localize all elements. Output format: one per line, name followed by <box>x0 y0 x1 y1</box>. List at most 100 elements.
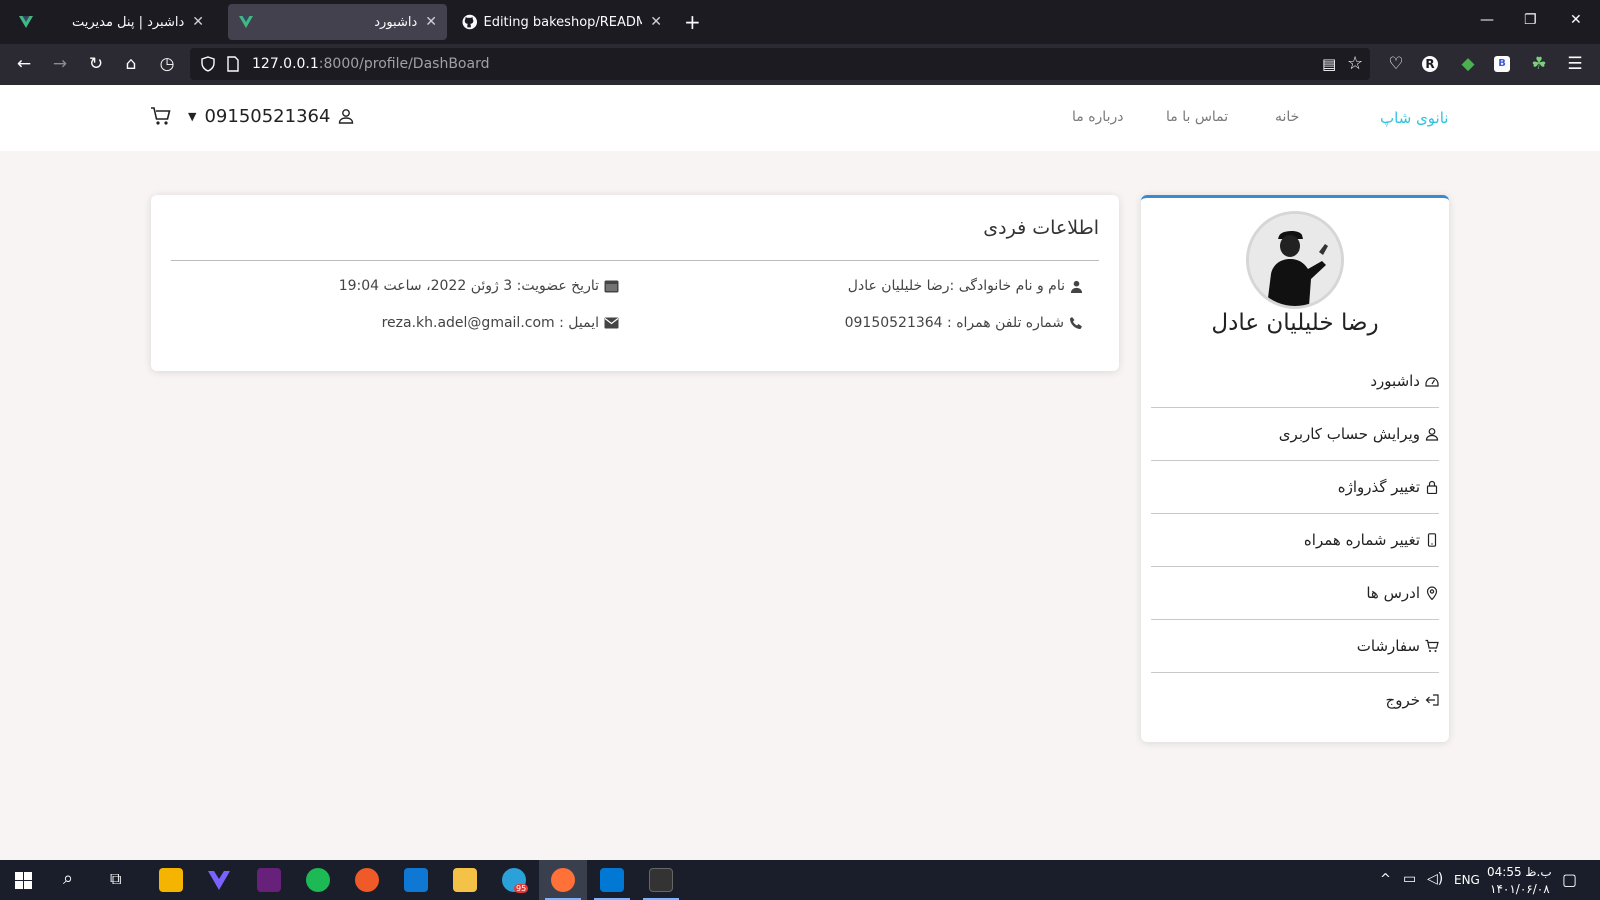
url-host: 127.0.0.1 <box>252 56 319 72</box>
card-title: اطلاعات فردی <box>983 217 1099 239</box>
clock-date[interactable]: ۱۴۰۱/۰۶/۰۸ <box>1490 882 1550 896</box>
tab-title: داشبرد | پنل مدیریت <box>71 14 185 30</box>
windows-taskbar: ⌕ ⧉ 95 ^ ▭ ◁) ENG 04:55 ب.ظ ۱۴۰۱/۰۶/۰۸ ▢ <box>0 860 1600 900</box>
menu-change-password[interactable]: تغییر گذرواژه <box>1151 461 1439 514</box>
extension-people-icon[interactable]: ☘ <box>1529 54 1549 74</box>
menu-edit-account[interactable]: ویرایش حساب کاربری <box>1151 408 1439 461</box>
menu-hamburger-icon[interactable]: ☰ <box>1565 54 1585 74</box>
network-icon[interactable]: ▭ <box>1403 871 1416 887</box>
clock-time[interactable]: 04:55 ب.ظ <box>1487 865 1552 879</box>
vue-app-icon[interactable] <box>207 868 231 892</box>
menu-label: سفارشات <box>1356 637 1420 655</box>
menu-change-phone[interactable]: تغییر شماره همراه <box>1151 514 1439 567</box>
reload-icon[interactable]: ↻ <box>86 54 106 74</box>
menu-label: تغییر گذرواژه <box>1337 478 1420 496</box>
back-icon[interactable]: ← <box>14 54 34 74</box>
profile-name: رضا خلیلیان عادل <box>1211 310 1379 336</box>
search-icon[interactable]: ⌕ <box>63 868 73 889</box>
extension-leaf-icon[interactable]: ◆ <box>1458 54 1478 74</box>
user-menu[interactable]: ▼ 09150521364 <box>150 105 354 127</box>
firefox-icon[interactable] <box>551 868 575 892</box>
shield-icon[interactable] <box>200 56 216 72</box>
new-tab-icon[interactable]: + <box>684 10 701 34</box>
dropdown-caret-icon[interactable]: ▼ <box>188 110 196 123</box>
phone-solid-icon <box>1070 317 1082 329</box>
visual-studio-icon[interactable] <box>257 868 281 892</box>
tab-admin-panel[interactable]: داشبرد | پنل مدیریت ✕ <box>8 4 214 40</box>
tray-chevron-icon[interactable]: ^ <box>1380 872 1391 887</box>
extension-b-icon[interactable]: B <box>1494 56 1510 72</box>
volume-icon[interactable]: ◁) <box>1427 871 1443 887</box>
history-icon[interactable]: ◷ <box>157 54 177 74</box>
page-icon <box>227 56 239 72</box>
nav-about[interactable]: درباره ما <box>1072 109 1123 125</box>
profile-sidebar-card: رضا خلیلیان عادل داشبورد ویرایش حساب کار… <box>1141 195 1449 742</box>
user-phone[interactable]: 09150521364 <box>204 106 330 127</box>
spotify-icon[interactable] <box>306 868 330 892</box>
nav-home[interactable]: خانه <box>1275 109 1299 125</box>
nav-contact[interactable]: تماس با ما <box>1166 109 1228 125</box>
restore-icon[interactable]: ❐ <box>1524 12 1537 28</box>
url-bar[interactable]: 127.0.0.1:8000/profile/DashBoard ▤ ☆ <box>190 48 1370 80</box>
pocket-icon[interactable]: ♡ <box>1386 54 1406 74</box>
store-icon[interactable] <box>159 868 183 892</box>
profile-photo <box>1249 214 1341 306</box>
url-text[interactable]: 127.0.0.1:8000/profile/DashBoard <box>252 56 489 72</box>
divider <box>171 260 1099 261</box>
menu-logout[interactable]: خروج <box>1151 673 1439 726</box>
tab-dashboard[interactable]: داشبورد ✕ <box>228 4 447 40</box>
vue-logo-icon <box>239 16 253 28</box>
logout-icon <box>1425 693 1439 706</box>
browser-tab-bar: داشبرد | پنل مدیریت ✕ داشبورد ✕ Editing … <box>0 0 1600 44</box>
join-date-field: تاریخ عضویت: 3 ژوئن 2022، ساعت 19:04 <box>339 278 619 294</box>
location-icon <box>1426 586 1438 600</box>
phone-icon <box>1427 533 1437 547</box>
cart-icon <box>1425 639 1439 652</box>
menu-label: داشبورد <box>1370 372 1420 390</box>
telegram-badge: 95 <box>514 884 529 893</box>
vue-logo-icon <box>19 16 33 28</box>
minimize-icon[interactable]: — <box>1480 12 1494 28</box>
avatar <box>1246 211 1344 309</box>
vscode-icon[interactable] <box>600 868 624 892</box>
user-icon <box>1425 428 1439 441</box>
tab-close-icon[interactable]: ✕ <box>192 14 204 30</box>
tab-close-icon[interactable]: ✕ <box>425 14 437 30</box>
menu-orders[interactable]: سفارشات <box>1151 620 1439 673</box>
dashboard-icon <box>1425 377 1439 387</box>
mail-icon[interactable] <box>404 868 428 892</box>
phone-field: شماره تلفن همراه : 09150521364 <box>845 315 1083 331</box>
postman-icon[interactable] <box>355 868 379 892</box>
menu-label: ادرس ها <box>1366 584 1420 602</box>
menu-dashboard[interactable]: داشبورد <box>1151 355 1439 408</box>
menu-addresses[interactable]: ادرس ها <box>1151 567 1439 620</box>
personal-info-card: اطلاعات فردی نام و نام خانوادگی :رضا خلی… <box>151 195 1119 371</box>
windows-start-icon[interactable] <box>15 872 32 889</box>
tab-close-icon[interactable]: ✕ <box>650 14 662 30</box>
tab-title: داشبورد <box>374 14 418 30</box>
join-date-text: تاریخ عضویت: 3 ژوئن 2022، ساعت 19:04 <box>338 278 599 294</box>
home-icon[interactable]: ⌂ <box>121 54 141 74</box>
browser-nav-bar: ← → ↻ ⌂ ◷ 127.0.0.1:8000/profile/DashBoa… <box>0 44 1600 85</box>
url-path: :8000/profile/DashBoard <box>318 56 490 72</box>
forward-icon[interactable]: → <box>50 54 70 74</box>
menu-label: ویرایش حساب کاربری <box>1278 425 1420 443</box>
cart-icon[interactable] <box>150 105 172 127</box>
name-field: نام و نام خانوادگی :رضا خلیلیان عادل <box>848 278 1083 294</box>
brand-logo[interactable]: نانوی شاپ <box>1380 109 1448 127</box>
window-close-icon[interactable]: ✕ <box>1570 12 1582 28</box>
email-text: ایمیل : reza.kh.adel@gmail.com <box>381 315 599 331</box>
terminal-icon[interactable] <box>649 868 673 892</box>
extension-r-icon[interactable]: R <box>1422 56 1438 72</box>
user-icon <box>339 109 354 124</box>
reader-view-icon[interactable]: ▤ <box>1322 55 1336 73</box>
notifications-icon[interactable]: ▢ <box>1562 870 1577 889</box>
tab-github-readme[interactable]: Editing bakeshop/README.md ✕ <box>452 4 672 40</box>
menu-label: تغییر شماره همراه <box>1303 531 1420 549</box>
name-text: نام و نام خانوادگی :رضا خلیلیان عادل <box>847 278 1065 294</box>
file-explorer-icon[interactable] <box>453 868 477 892</box>
site-header: نانوی شاپ خانه تماس با ما درباره ما ▼ 09… <box>0 85 1600 151</box>
task-view-icon[interactable]: ⧉ <box>110 869 121 889</box>
language-indicator[interactable]: ENG <box>1454 873 1480 887</box>
bookmark-star-icon[interactable]: ☆ <box>1347 53 1363 74</box>
